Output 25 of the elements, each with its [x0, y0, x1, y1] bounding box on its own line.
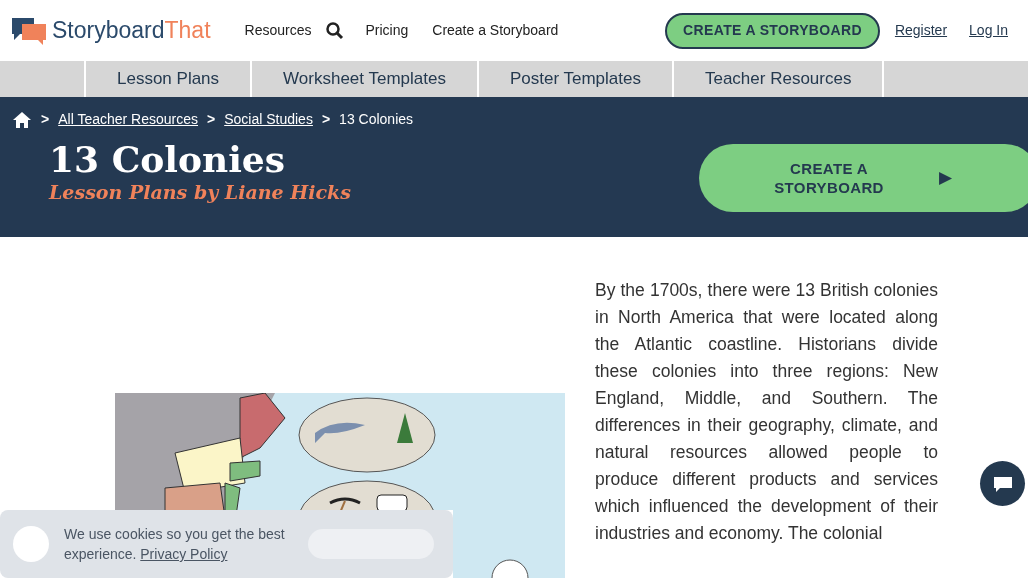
- nav-link[interactable]: Resources: [244, 20, 312, 41]
- breadcrumb-separator: >: [207, 110, 216, 129]
- nav-link[interactable]: Pricing: [365, 20, 409, 41]
- chat-bubble-icon: [991, 474, 1014, 493]
- breadcrumb-current: 13 Colonies: [339, 110, 414, 129]
- speech-bubbles-icon: [10, 15, 48, 46]
- page-subtitle: Lesson Plans by Liane Hicks: [49, 180, 351, 204]
- search-icon[interactable]: [326, 21, 345, 40]
- breadcrumb-separator: >: [41, 110, 50, 129]
- page-title: 13 Colonies: [49, 138, 285, 180]
- breadcrumb-separator: >: [321, 110, 331, 129]
- chat-button[interactable]: [980, 461, 1025, 506]
- breadcrumb-link[interactable]: All Teacher Resources: [58, 109, 198, 130]
- logo-text[interactable]: StoryboardThat: [52, 13, 211, 48]
- cookie-message: We use cookies so you get the best experience. Privacy Policy: [64, 525, 286, 564]
- home-icon[interactable]: [12, 110, 32, 129]
- nav-link[interactable]: Create a Storyboard: [432, 20, 559, 41]
- create-storyboard-hero-button[interactable]: CREATE A STORYBOARD ▶: [699, 144, 1028, 212]
- privacy-policy-link[interactable]: Privacy Policy: [140, 546, 228, 562]
- login-link[interactable]: Log In: [969, 20, 1008, 41]
- create-storyboard-button[interactable]: CREATE A STORYBOARD: [665, 12, 880, 49]
- register-link[interactable]: Register: [894, 20, 948, 41]
- cookie-icon: [12, 525, 50, 563]
- breadcrumb-link[interactable]: Social Studies: [224, 109, 313, 130]
- body-paragraph: By the 1700s, there were 13 British colonies in North America that were located along the Atlantic coastline. Historians divide these colonies into three regions: New England, Middle, and Southern. The differences in their geography, climate, and natural resources allowed people to produce different products and services which influenced the development of their industries and economy. The colonial: [595, 279, 938, 545]
